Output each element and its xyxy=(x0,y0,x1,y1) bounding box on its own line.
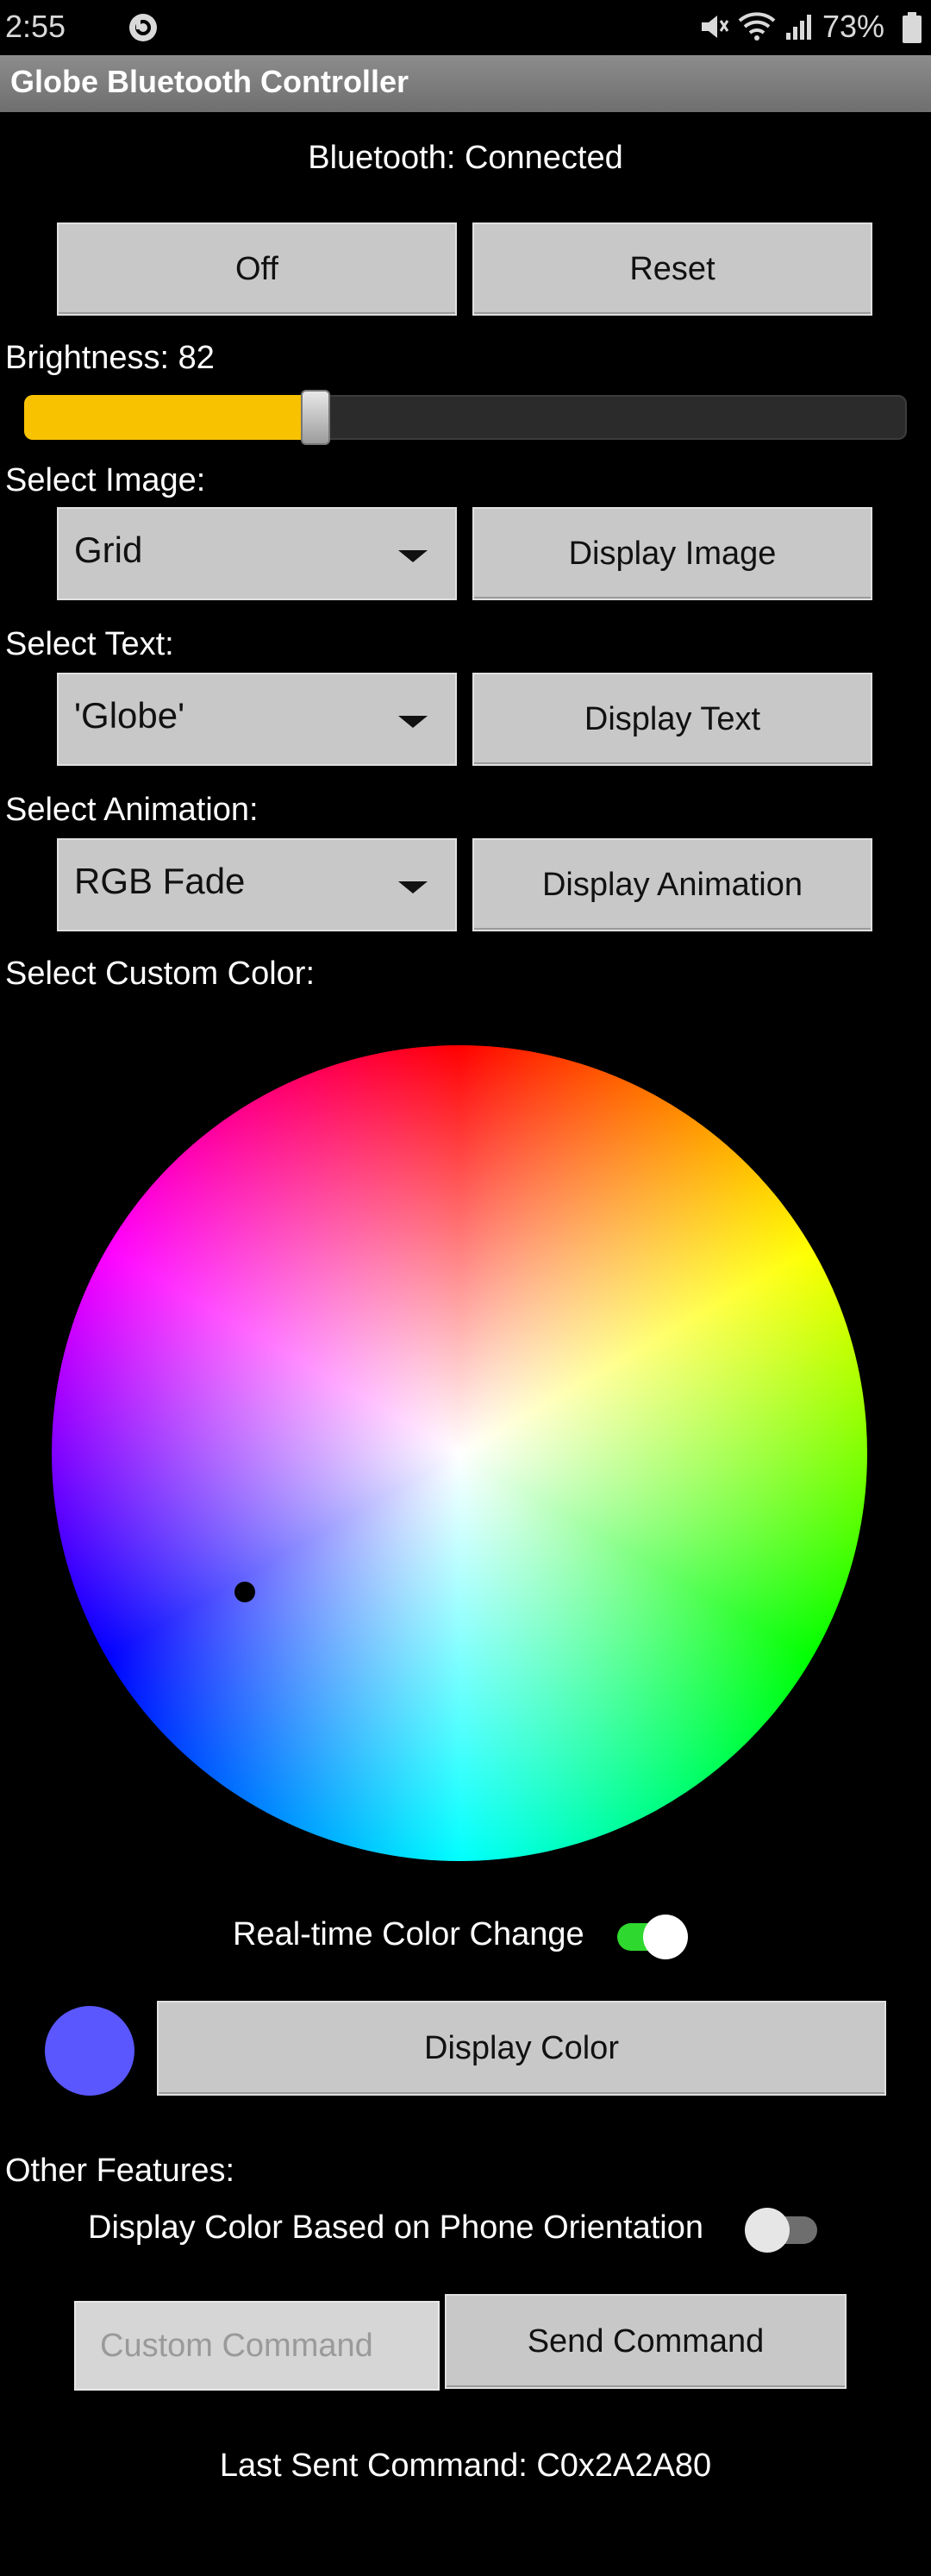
bluetooth-status: Bluetooth: Connected xyxy=(308,140,623,176)
signal-icon xyxy=(785,15,811,40)
select-image-label: Select Image: xyxy=(5,462,206,498)
chevron-down-icon xyxy=(398,881,428,893)
off-button[interactable]: Off xyxy=(57,223,457,316)
orientation-color-label: Display Color Based on Phone Orientation xyxy=(88,2209,703,2246)
battery-icon xyxy=(903,12,922,43)
animation-dropdown-value: RGB Fade xyxy=(74,861,246,901)
display-animation-button[interactable]: Display Animation xyxy=(472,838,872,931)
text-dropdown[interactable]: 'Globe' xyxy=(57,673,457,766)
chevron-down-icon xyxy=(398,550,428,562)
wifi-icon xyxy=(738,12,776,41)
chevron-down-icon xyxy=(398,716,428,728)
select-custom-color-label: Select Custom Color: xyxy=(5,956,316,992)
other-features-label: Other Features: xyxy=(5,2153,235,2189)
beats-icon xyxy=(129,14,157,41)
brightness-slider-fill xyxy=(24,395,316,440)
image-dropdown-value: Grid xyxy=(74,530,143,570)
mute-icon xyxy=(701,16,729,38)
custom-command-input[interactable]: Custom Command xyxy=(74,2301,440,2391)
select-animation-label: Select Animation: xyxy=(5,792,259,828)
orientation-color-toggle[interactable] xyxy=(745,2208,819,2253)
display-color-button[interactable]: Display Color xyxy=(157,2001,886,2096)
color-wheel[interactable] xyxy=(52,1045,867,1861)
last-sent-command: Last Sent Command: C0x2A2A80 xyxy=(219,2448,712,2484)
status-icons: 73% xyxy=(698,9,884,45)
battery-percent: 73% xyxy=(822,9,884,44)
app-title: Globe Bluetooth Controller xyxy=(10,64,409,99)
reset-button[interactable]: Reset xyxy=(472,223,872,316)
display-text-button[interactable]: Display Text xyxy=(472,673,872,766)
display-image-button[interactable]: Display Image xyxy=(472,507,872,600)
send-command-button[interactable]: Send Command xyxy=(445,2294,847,2389)
select-text-label: Select Text: xyxy=(5,626,174,662)
realtime-color-label: Real-time Color Change xyxy=(233,1916,584,1952)
toggle-knob xyxy=(643,1915,688,1959)
image-dropdown[interactable]: Grid xyxy=(57,507,457,600)
status-time: 2:55 xyxy=(5,9,66,44)
color-wheel-marker[interactable] xyxy=(234,1582,255,1602)
color-swatch xyxy=(45,2006,134,2096)
realtime-color-toggle[interactable] xyxy=(617,1915,688,1959)
text-dropdown-value: 'Globe' xyxy=(74,695,185,736)
brightness-label: Brightness: 82 xyxy=(5,340,215,376)
brightness-slider-thumb[interactable] xyxy=(301,390,330,445)
toggle-knob xyxy=(745,2208,790,2253)
animation-dropdown[interactable]: RGB Fade xyxy=(57,838,457,931)
